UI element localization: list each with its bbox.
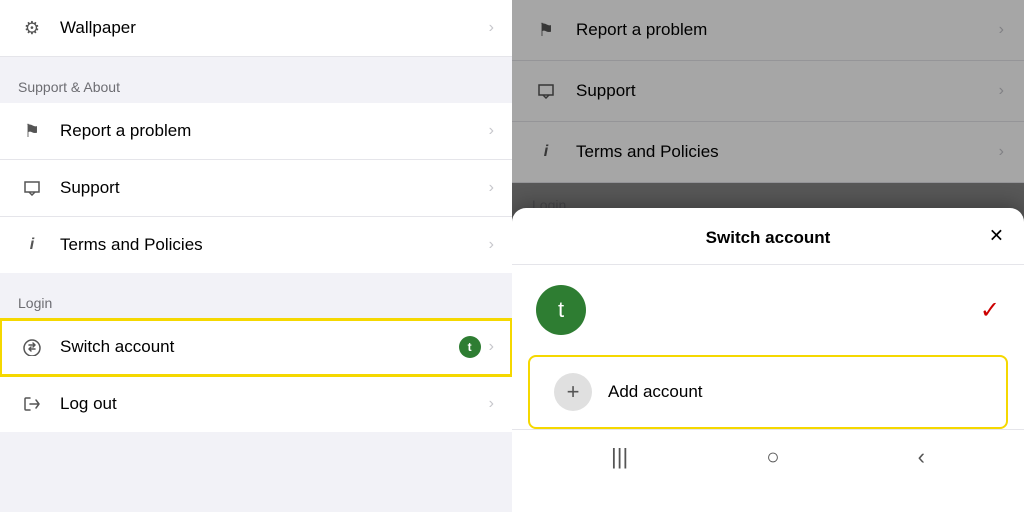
nav-home-indicator[interactable]: ||| <box>591 440 648 474</box>
account-checkmark: ✓ <box>980 296 1000 325</box>
account-initial: t <box>558 297 564 323</box>
terms-chevron: › <box>489 236 494 254</box>
support-label: Support <box>60 178 489 198</box>
wallpaper-label: Wallpaper <box>60 18 489 38</box>
modal-container: Switch account ✕ t ✓ + Add account ||| <box>512 0 1024 512</box>
logout-label: Log out <box>60 394 489 414</box>
right-panel: ⚑ Report a problem › Support › i Terms a… <box>512 0 1024 512</box>
switch-account-label: Switch account <box>60 337 459 357</box>
account-avatar: t <box>536 285 586 335</box>
support-items-list: ⚑ Report a problem › Support › i Terms a… <box>0 103 512 273</box>
wallpaper-icon: ⚙ <box>18 14 46 42</box>
terms-icon: i <box>18 231 46 259</box>
report-problem-item[interactable]: ⚑ Report a problem › <box>0 103 512 160</box>
logout-item[interactable]: Log out › <box>0 376 512 432</box>
modal-header: Switch account ✕ <box>512 208 1024 265</box>
nav-back-button[interactable]: ‹ <box>898 440 945 474</box>
switch-account-item[interactable]: Switch account t › <box>0 319 512 376</box>
wallpaper-chevron: › <box>489 19 494 37</box>
logout-icon <box>18 390 46 418</box>
switch-chevron: › <box>489 338 494 356</box>
bottom-nav: ||| ○ ‹ <box>512 429 1024 482</box>
add-account-icon: + <box>554 373 592 411</box>
add-account-label: Add account <box>608 382 703 402</box>
support-item[interactable]: Support › <box>0 160 512 217</box>
support-chevron: › <box>489 179 494 197</box>
login-items-list: Switch account t › Log out › <box>0 319 512 432</box>
left-panel: ⚙ Wallpaper › Support & About ⚑ Report a… <box>0 0 512 512</box>
report-icon: ⚑ <box>18 117 46 145</box>
modal-close-button[interactable]: ✕ <box>989 226 1004 247</box>
support-section-header: Support & About <box>0 57 512 103</box>
terms-item[interactable]: i Terms and Policies › <box>0 217 512 273</box>
terms-label: Terms and Policies <box>60 235 489 255</box>
report-chevron: › <box>489 122 494 140</box>
report-label: Report a problem <box>60 121 489 141</box>
modal-title: Switch account <box>706 228 831 248</box>
login-section-header: Login <box>0 273 512 319</box>
add-account-row[interactable]: + Add account <box>528 355 1008 429</box>
nav-home-button[interactable]: ○ <box>746 440 799 474</box>
switch-account-modal: Switch account ✕ t ✓ + Add account ||| <box>512 208 1024 512</box>
account-badge: t <box>459 336 481 358</box>
switch-icon <box>18 333 46 361</box>
existing-account-row[interactable]: t ✓ <box>512 265 1024 355</box>
support-icon <box>18 174 46 202</box>
logout-chevron: › <box>489 395 494 413</box>
wallpaper-item[interactable]: ⚙ Wallpaper › <box>0 0 512 57</box>
